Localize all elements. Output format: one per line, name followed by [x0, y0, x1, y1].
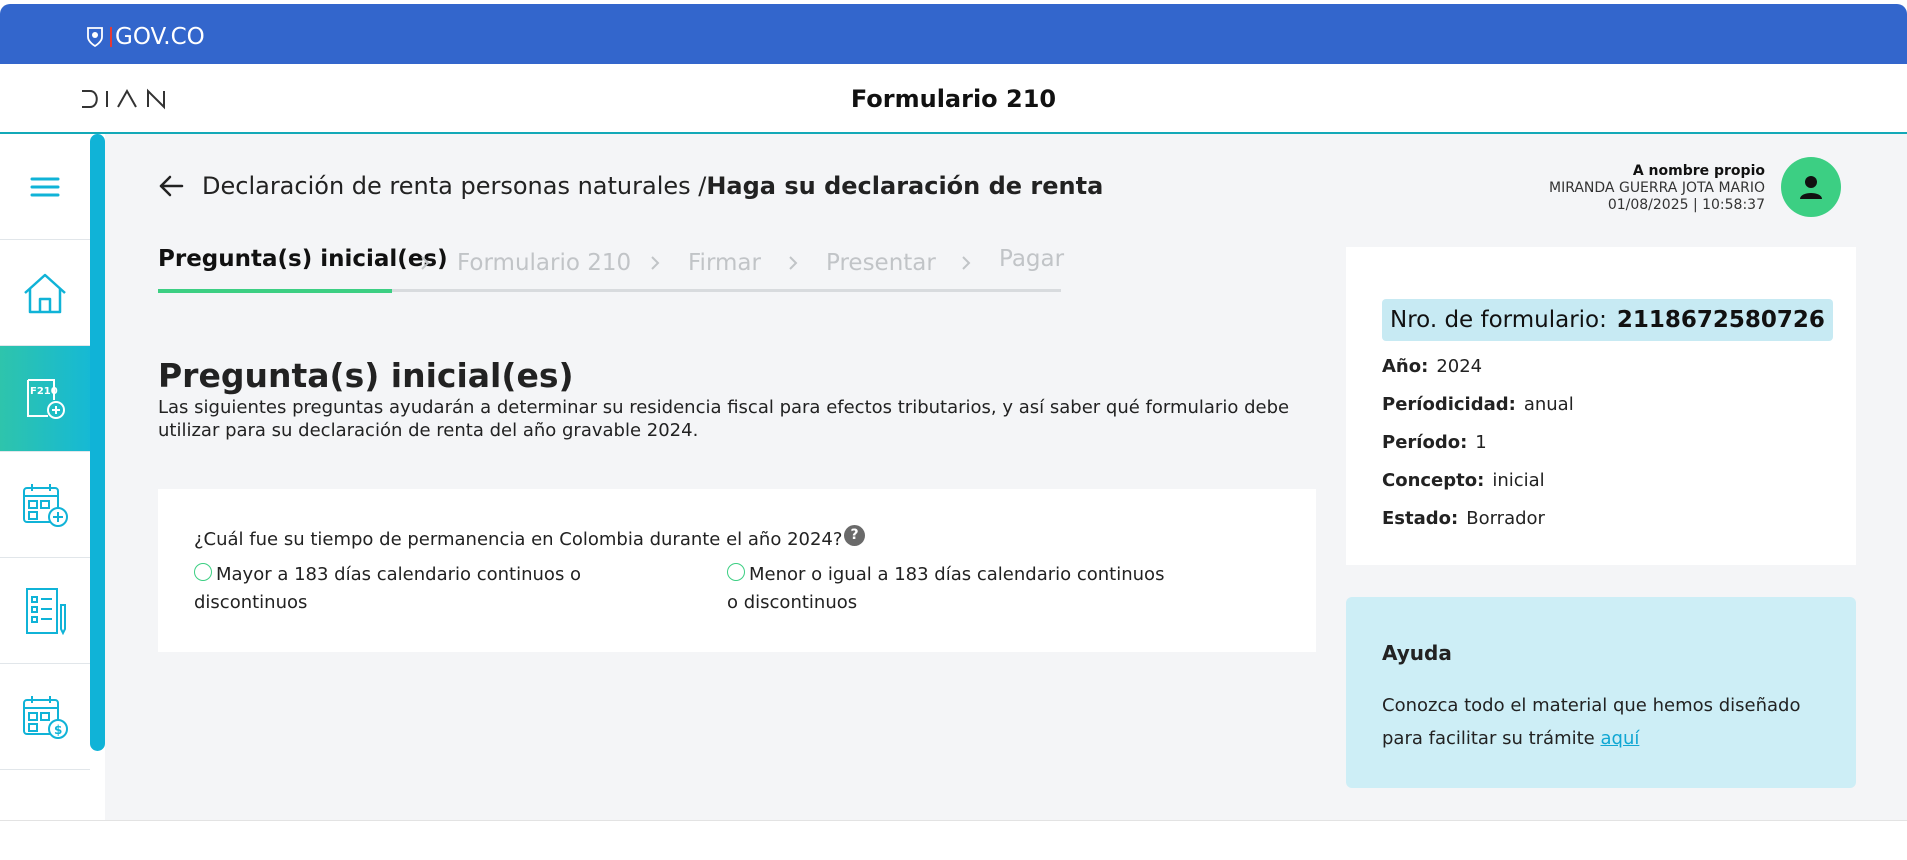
- avatar[interactable]: [1781, 157, 1841, 217]
- steps-active-indicator: [158, 289, 392, 293]
- step-formulario-210[interactable]: Formulario 210: [457, 250, 631, 276]
- logo-separator: [110, 27, 112, 47]
- breadcrumb-current: Haga su declaración de renta: [706, 172, 1104, 200]
- sidebar-item-menu[interactable]: [0, 134, 90, 240]
- info-row-periodo: Período: 1: [1382, 432, 1487, 453]
- chevron-right-icon: [962, 256, 971, 270]
- chevron-right-icon: [651, 256, 660, 270]
- menu-icon: [30, 177, 60, 196]
- question-text: ¿Cuál fue su tiempo de permanencia en Co…: [194, 529, 843, 550]
- progress-steps: Pregunta(s) inicial(es) Formulario 210 F…: [158, 246, 1064, 294]
- sidebar-item-form-210[interactable]: F210: [0, 346, 90, 452]
- session-datetime: 01/08/2025 | 10:58:37: [1607, 197, 1765, 213]
- gov-bar: GOV.CO: [0, 4, 1907, 64]
- info-row-concepto: Concepto: inicial: [1382, 470, 1545, 491]
- user-info: A nombre propio MIRANDA GUERRA JOTA MARI…: [1549, 163, 1765, 214]
- colombia-shield-icon: [87, 27, 103, 48]
- svg-text:F210: F210: [30, 386, 58, 397]
- app-header: Formulario 210: [0, 64, 1907, 134]
- user-name: MIRANDA GUERRA JOTA MARIO: [1548, 180, 1765, 196]
- form-number-value: 2118672580726: [1616, 307, 1825, 333]
- calendar-payment-icon: $: [23, 695, 68, 739]
- info-row-periodicidad: Períodicidad: anual: [1382, 394, 1574, 415]
- info-row-ano: Año: 2024: [1382, 356, 1483, 377]
- chevron-right-icon: [789, 256, 798, 270]
- bottom-strip: [0, 820, 1907, 860]
- radio-button[interactable]: [194, 563, 212, 581]
- help-card: Ayuda Conozca todo el material que hemos…: [1346, 597, 1856, 788]
- sidebar-item-checklist[interactable]: [0, 558, 90, 664]
- step-presentar[interactable]: Presentar: [826, 250, 936, 276]
- gov-co-label: GOV.CO: [115, 24, 205, 50]
- chevron-right-icon: [421, 256, 430, 270]
- help-icon[interactable]: ?: [844, 525, 865, 546]
- back-arrow-icon[interactable]: [158, 174, 184, 198]
- option-label: Mayor a 183 días calendario continuos o …: [194, 564, 582, 613]
- home-icon: [24, 273, 66, 313]
- form-f210-add-icon: F210: [27, 378, 65, 419]
- sidebar-scrollbar[interactable]: [90, 134, 105, 751]
- step-preguntas-iniciales[interactable]: Pregunta(s) inicial(es): [158, 246, 448, 272]
- option-menor-igual-183[interactable]: Menor o igual a 183 días calendario cont…: [727, 561, 1167, 617]
- help-text: Conozca todo el material que hemos diseñ…: [1382, 695, 1801, 749]
- step-pagar[interactable]: Pagar: [999, 246, 1064, 272]
- page-header-title: Formulario 210: [850, 85, 1057, 113]
- help-title: Ayuda: [1382, 641, 1452, 665]
- sidebar-item-calendar-payment[interactable]: $: [0, 664, 90, 770]
- option-mayor-183[interactable]: Mayor a 183 días calendario continuos o …: [194, 561, 634, 617]
- breadcrumb-parent-link[interactable]: Declaración de renta personas naturales …: [202, 172, 706, 200]
- form-number-label: Nro. de formulario:: [1390, 307, 1607, 333]
- checklist-icon: [26, 587, 66, 635]
- form-number-badge: Nro. de formulario: 2118672580726: [1382, 299, 1833, 341]
- info-row-estado: Estado: Borrador: [1382, 508, 1545, 529]
- calendar-add-icon: [23, 483, 68, 527]
- question-card: ¿Cuál fue su tiempo de permanencia en Co…: [158, 489, 1316, 652]
- step-firmar[interactable]: Firmar: [688, 250, 761, 276]
- radio-button[interactable]: [727, 563, 745, 581]
- user-mode: A nombre propio: [1632, 163, 1765, 179]
- gov-co-logo[interactable]: GOV.CO: [86, 24, 205, 50]
- user-icon: [1800, 176, 1822, 199]
- form-info-card: Nro. de formulario: 2118672580726 Año: 20…: [1346, 247, 1856, 565]
- sidebar-item-home[interactable]: [0, 240, 90, 346]
- page-title: Pregunta(s) inicial(es): [158, 356, 574, 395]
- svg-text:$: $: [54, 723, 62, 737]
- page-description: Las siguientes preguntas ayudarán a dete…: [158, 397, 1290, 441]
- help-link[interactable]: aquí: [1600, 728, 1639, 749]
- breadcrumb: Declaración de renta personas naturales …: [158, 172, 1103, 200]
- sidebar-item-calendar-add[interactable]: [0, 452, 90, 558]
- option-label: Menor o igual a 183 días calendario cont…: [727, 564, 1165, 613]
